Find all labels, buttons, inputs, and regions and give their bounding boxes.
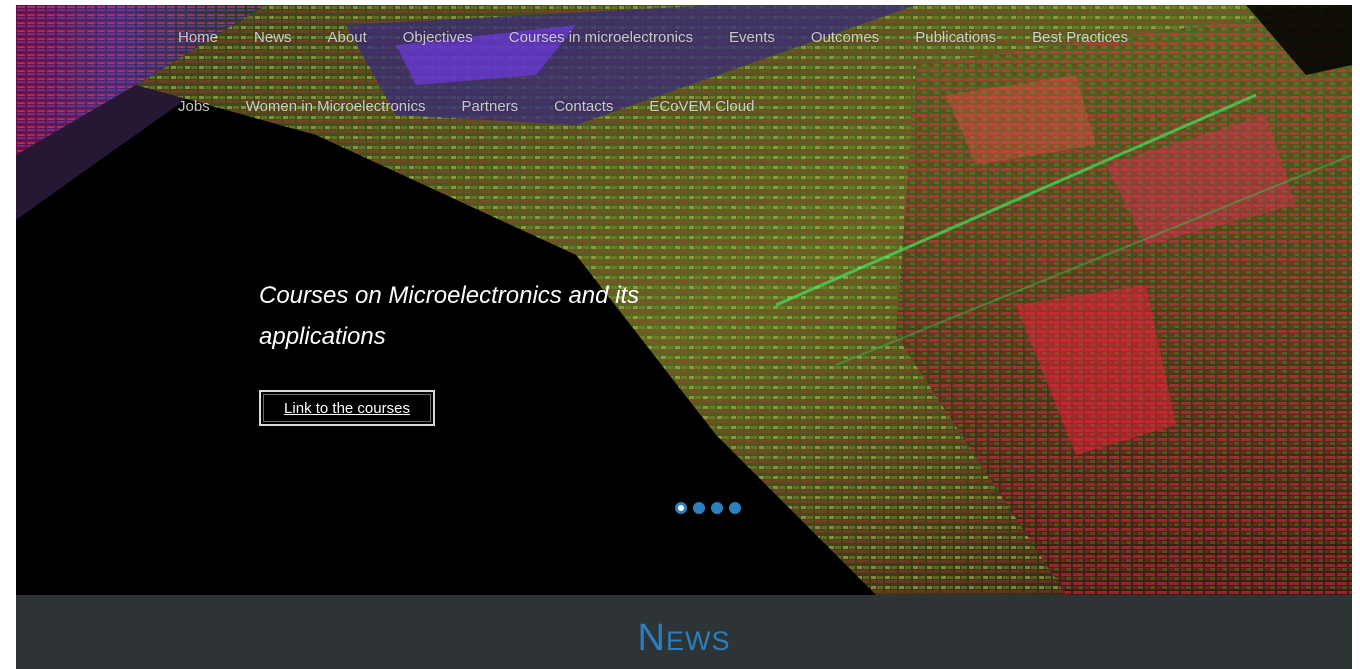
nav-item-ecovem-cloud[interactable]: ECoVEM Cloud [649, 98, 754, 115]
nav-item-objectives[interactable]: Objectives [403, 29, 473, 46]
nav-item-contacts[interactable]: Contacts [554, 98, 613, 115]
slider-pagination [675, 502, 741, 514]
nav-row-primary: Home News About Objectives Courses in mi… [178, 29, 1164, 46]
slider-dot-4[interactable] [729, 502, 741, 514]
slider-dot-1[interactable] [675, 502, 687, 514]
nav-item-about[interactable]: About [328, 29, 367, 46]
link-to-courses-button[interactable]: Link to the courses [259, 390, 435, 426]
nav-item-home[interactable]: Home [178, 29, 218, 46]
main-navigation: Home News About Objectives Courses in mi… [16, 5, 1352, 145]
slide-caption-text: Courses on Microelectronics and its appl… [259, 282, 640, 350]
nav-item-outcomes[interactable]: Outcomes [811, 29, 879, 46]
nav-item-partners[interactable]: Partners [461, 98, 518, 115]
page-frame: Home News About Objectives Courses in mi… [16, 5, 1352, 669]
nav-item-news[interactable]: News [254, 29, 292, 46]
slide-caption: Courses on Microelectronics and its appl… [259, 275, 739, 357]
nav-item-women-in-microelectronics[interactable]: Women in Microelectronics [246, 98, 426, 115]
slider-dot-3[interactable] [711, 502, 723, 514]
nav-item-best-practices[interactable]: Best Practices [1032, 29, 1128, 46]
nav-item-jobs[interactable]: Jobs [178, 98, 210, 115]
news-heading: News [637, 617, 731, 659]
hero-slider: Home News About Objectives Courses in mi… [16, 5, 1352, 595]
nav-item-courses[interactable]: Courses in microelectronics [509, 29, 693, 46]
nav-item-publications[interactable]: Publications [915, 29, 996, 46]
news-section: News [16, 595, 1352, 669]
nav-row-secondary: Jobs Women in Microelectronics Partners … [178, 98, 790, 115]
nav-item-events[interactable]: Events [729, 29, 775, 46]
slider-dot-2[interactable] [693, 502, 705, 514]
